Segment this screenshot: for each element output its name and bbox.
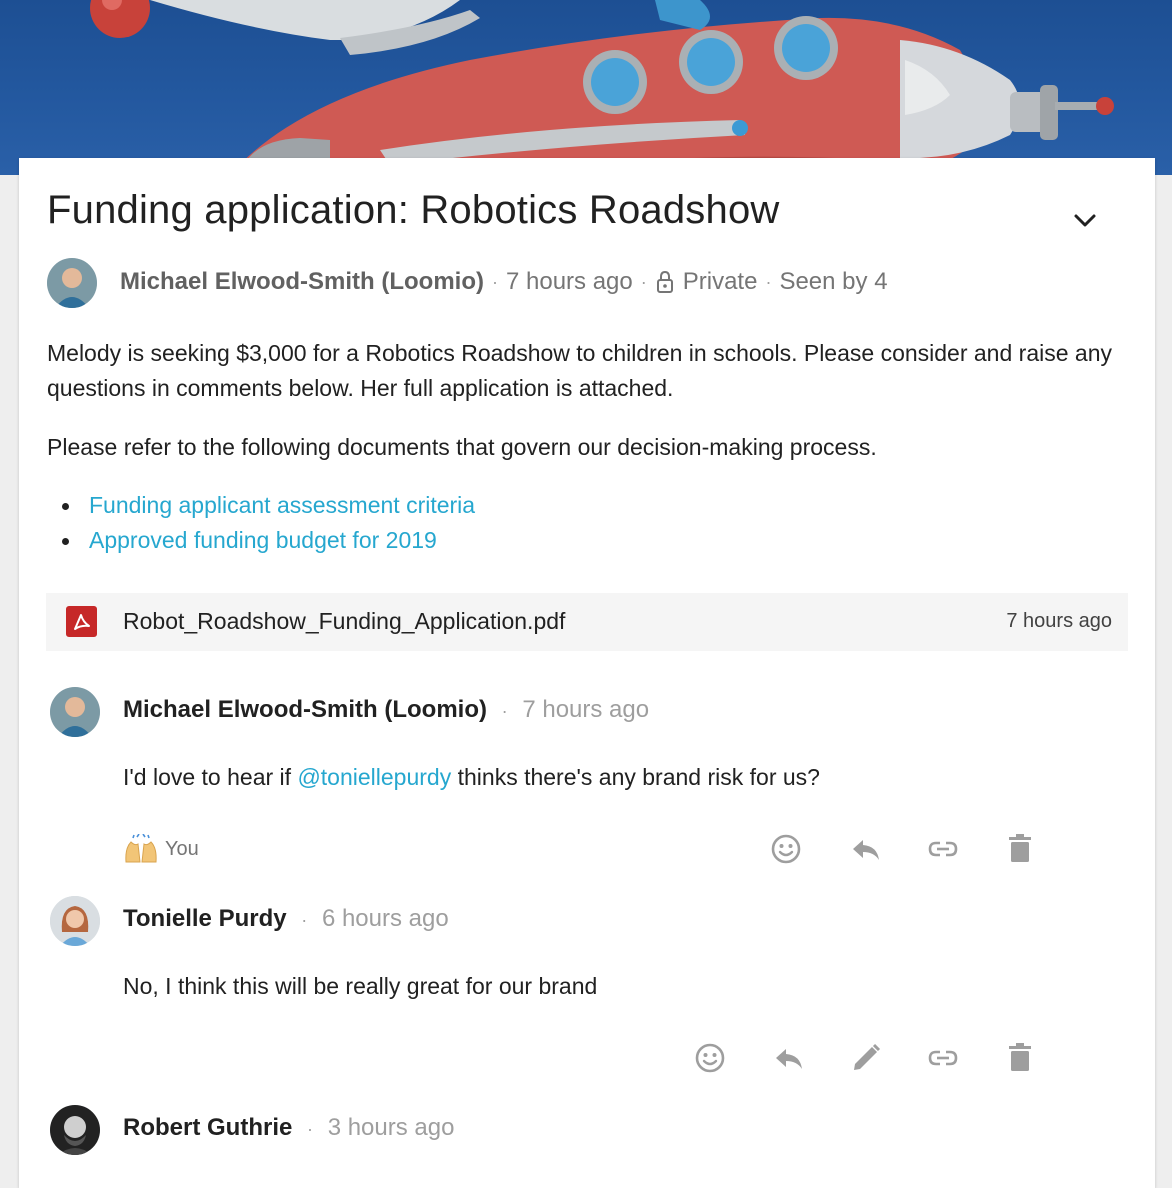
smiley-icon: [771, 834, 801, 864]
reaction-user: You: [165, 837, 199, 860]
delete-button[interactable]: [1002, 831, 1038, 867]
attachment-filename[interactable]: Robot_Roadshow_Funding_Application.pdf: [123, 608, 565, 635]
trash-icon: [1009, 1043, 1031, 1071]
reply-button[interactable]: [771, 1040, 807, 1076]
comment-time: 6 hours ago: [321, 905, 449, 932]
comment-time: 7 hours ago: [522, 696, 650, 723]
add-reaction-button[interactable]: [768, 831, 804, 867]
author-name[interactable]: Michael Elwood-Smith (Loomio): [120, 268, 484, 296]
discussion-time: 7 hours ago: [505, 268, 633, 295]
add-reaction-button[interactable]: [692, 1040, 728, 1076]
privacy-label: Private: [682, 268, 758, 295]
lock-icon: [656, 270, 673, 293]
discussion-meta: Michael Elwood-Smith (Loomio) · 7 hours …: [120, 268, 888, 296]
link-funding-budget[interactable]: Approved funding budget for 2019: [89, 527, 437, 553]
link-icon: [928, 841, 958, 857]
comment-author[interactable]: Michael Elwood-Smith (Loomio): [123, 696, 487, 723]
pdf-icon: [66, 606, 97, 637]
pencil-icon: [854, 1043, 881, 1070]
discussion-description: Melody is seeking $3,000 for a Robotics …: [47, 340, 1112, 401]
comment-header: Tonielle Purdy · 6 hours ago: [123, 905, 449, 932]
comment-header: Michael Elwood-Smith (Loomio) · 7 hours …: [123, 696, 650, 723]
list-item: Funding applicant assessment criteria: [47, 488, 475, 523]
attachment-row[interactable]: Robot_Roadshow_Funding_Application.pdf 7…: [46, 593, 1128, 651]
seen-by-label[interactable]: Seen by 4: [779, 268, 887, 296]
comment-time: 3 hours ago: [327, 1114, 455, 1141]
comment-author[interactable]: Tonielle Purdy: [123, 905, 287, 932]
link-icon: [928, 1050, 958, 1066]
attachment-time: 7 hours ago: [1006, 610, 1112, 632]
user-mention[interactable]: @toniellepurdy: [297, 764, 451, 790]
document-links: Funding applicant assessment criteria Ap…: [47, 488, 475, 558]
raised-hands-icon: [125, 834, 157, 863]
comment-text: I'd love to hear if @toniellepurdy think…: [123, 764, 820, 790]
discussion-title: Funding application: Robotics Roadshow: [47, 188, 780, 232]
list-item: Approved funding budget for 2019: [47, 523, 475, 558]
discussion-paragraph: Please refer to the following documents …: [47, 434, 877, 460]
cover-image: [0, 0, 1172, 175]
reply-icon: [853, 840, 879, 860]
copy-link-button[interactable]: [925, 1040, 961, 1076]
comment-avatar[interactable]: [50, 896, 100, 946]
link-assessment-criteria[interactable]: Funding applicant assessment criteria: [89, 492, 475, 518]
delete-button[interactable]: [1002, 1040, 1038, 1076]
chevron-down-icon: [1074, 214, 1096, 227]
comment-text: No, I think this will be really great fo…: [123, 973, 598, 999]
expand-menu-button[interactable]: [1065, 202, 1105, 238]
comment-avatar[interactable]: [50, 1105, 100, 1155]
reply-icon: [776, 1049, 802, 1069]
comment-header: Robert Guthrie · 3 hours ago: [123, 1114, 455, 1141]
trash-icon: [1009, 834, 1031, 862]
comment-avatar[interactable]: [50, 687, 100, 737]
author-avatar[interactable]: [47, 258, 97, 308]
copy-link-button[interactable]: [925, 831, 961, 867]
comment-author[interactable]: Robert Guthrie: [123, 1114, 292, 1141]
smiley-icon: [695, 1043, 725, 1073]
discussion-card: Funding application: Robotics Roadshow M…: [19, 158, 1155, 1188]
reply-button[interactable]: [848, 831, 884, 867]
reaction-summary[interactable]: You: [123, 834, 199, 864]
edit-button[interactable]: [848, 1040, 884, 1076]
